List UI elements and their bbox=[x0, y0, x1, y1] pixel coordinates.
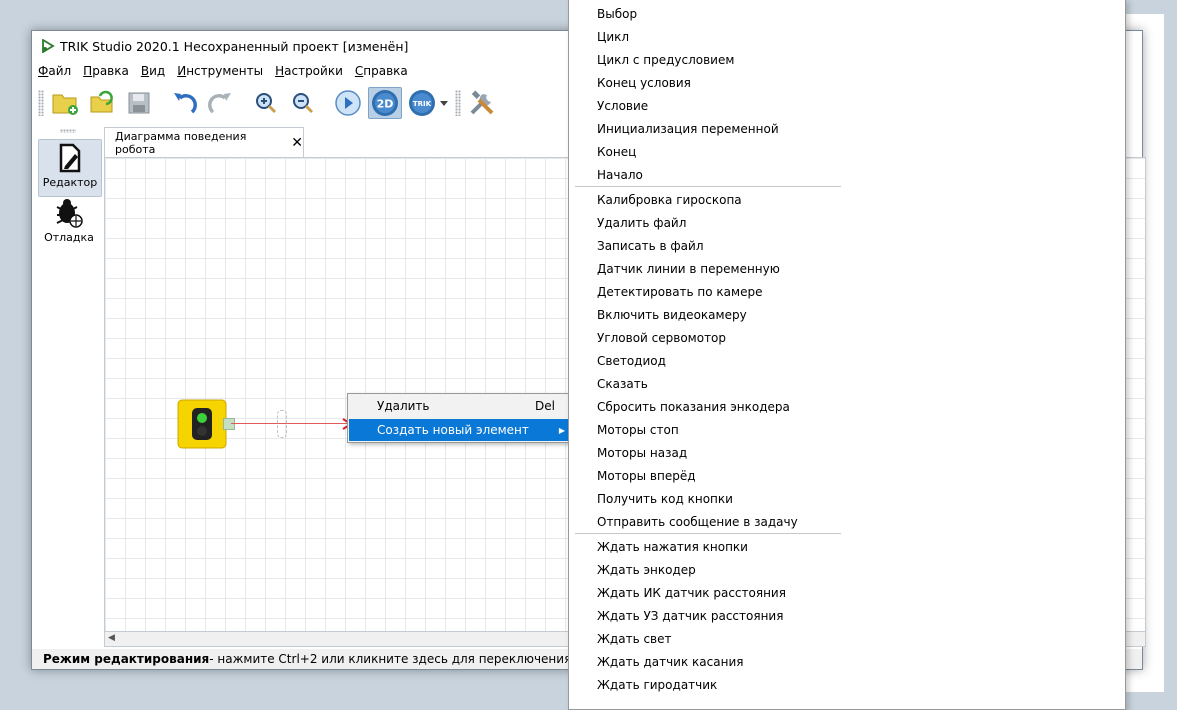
menu-edit[interactable]: Правка bbox=[77, 64, 135, 78]
submenu-item[interactable]: Моторы вперёд bbox=[569, 464, 843, 487]
zoom-out-icon bbox=[293, 93, 314, 114]
submenu-item[interactable]: Записать в файл bbox=[569, 234, 843, 257]
new-file-icon bbox=[52, 94, 78, 115]
trik-robot-icon: TRIK bbox=[409, 90, 435, 116]
zoom-in-icon bbox=[256, 93, 277, 114]
submenu-item[interactable]: Ждать нажатия кнопки bbox=[569, 535, 843, 558]
submenu-item[interactable]: Ждать датчик касания bbox=[569, 650, 843, 673]
tab-robot-diagram[interactable]: Диаграмма поведения робота ✕ bbox=[104, 127, 304, 158]
run-button[interactable] bbox=[331, 87, 365, 119]
menu-file[interactable]: Файл bbox=[32, 64, 77, 78]
svg-text:TRIK: TRIK bbox=[413, 100, 432, 108]
submenu-item[interactable]: Инициализация переменной bbox=[569, 117, 843, 140]
submenu-item[interactable]: Датчик линии в переменную bbox=[569, 257, 843, 280]
submenu-item[interactable]: Ждать энкодер bbox=[569, 558, 843, 581]
scroll-left-icon[interactable]: ◀ bbox=[108, 633, 115, 643]
submenu-item[interactable]: Светодиод bbox=[569, 349, 843, 372]
submenu-item[interactable]: Начало bbox=[569, 163, 843, 186]
submenu-item[interactable]: Ждать гиродатчик bbox=[569, 673, 843, 696]
submenu-item[interactable]: Моторы стоп bbox=[569, 418, 843, 441]
submenu-separator bbox=[575, 533, 841, 534]
toolbar-grip-2[interactable] bbox=[455, 90, 461, 116]
undo-button[interactable] bbox=[167, 87, 201, 119]
submenu-item[interactable]: Детектировать по камере bbox=[569, 280, 843, 303]
editor-pen-icon bbox=[59, 143, 81, 173]
submenu-item[interactable]: Цикл с предусловием bbox=[569, 48, 843, 71]
chevron-right-icon: ▶ bbox=[558, 425, 565, 435]
window-title: TRIK Studio 2020.1 Несохраненный проект … bbox=[60, 38, 409, 54]
submenu-item[interactable]: Условие bbox=[569, 94, 843, 117]
undo-icon bbox=[174, 93, 197, 114]
2d-model-button[interactable]: 2D bbox=[368, 87, 402, 119]
trik-robot-button[interactable]: TRIK bbox=[405, 87, 439, 119]
editor-mode-button[interactable]: Редактор bbox=[38, 139, 102, 197]
submenu-item[interactable]: Сказать bbox=[569, 372, 843, 395]
flow-link[interactable] bbox=[231, 423, 349, 424]
submenu-item[interactable]: Ждать ИК датчик расстояния bbox=[569, 581, 843, 604]
create-element-submenu: Выбор Цикл Цикл с предусловием Конец усл… bbox=[568, 0, 1126, 710]
toolbar-grip[interactable] bbox=[38, 90, 44, 116]
status-mode: Режим редактирования bbox=[43, 652, 210, 666]
submenu-item[interactable]: Ждать свет bbox=[569, 627, 843, 650]
robot-dropdown-arrow[interactable] bbox=[439, 100, 449, 106]
settings-tools-icon bbox=[470, 90, 494, 115]
menu-tools[interactable]: Инструменты bbox=[171, 64, 269, 78]
settings-tools-button[interactable] bbox=[465, 87, 499, 119]
debug-mode-button[interactable]: Отладка bbox=[38, 197, 100, 253]
open-folder-icon bbox=[90, 90, 113, 113]
submenu-item[interactable]: Угловой сервомотор bbox=[569, 326, 843, 349]
submenu-item[interactable]: Получить код кнопки bbox=[569, 487, 843, 510]
redo-button[interactable] bbox=[204, 87, 238, 119]
submenu-item[interactable]: Калибровка гироскопа bbox=[569, 188, 843, 211]
submenu-item[interactable]: Цикл bbox=[569, 25, 843, 48]
svg-text:2D: 2D bbox=[377, 98, 394, 111]
create-element-menu-item[interactable]: Создать новый элемент ▶ bbox=[349, 419, 571, 441]
submenu-item[interactable]: Конец условия bbox=[569, 71, 843, 94]
submenu-item[interactable]: Ждать УЗ датчик расстояния bbox=[569, 604, 843, 627]
zoom-out-button[interactable] bbox=[286, 87, 320, 119]
output-port[interactable] bbox=[223, 418, 235, 430]
close-icon[interactable]: ✕ bbox=[291, 135, 303, 151]
run-icon bbox=[335, 90, 361, 116]
2d-model-icon: 2D bbox=[372, 90, 398, 116]
initial-node-block[interactable] bbox=[177, 399, 227, 449]
chevron-down-icon bbox=[440, 100, 448, 106]
panel-grip[interactable] bbox=[60, 129, 76, 133]
menu-help[interactable]: Справка bbox=[349, 64, 414, 78]
submenu-item[interactable]: Включить видеокамеру bbox=[569, 303, 843, 326]
save-icon bbox=[128, 92, 150, 114]
link-handle[interactable] bbox=[277, 410, 287, 438]
save-button[interactable] bbox=[122, 87, 156, 119]
menu-view[interactable]: Вид bbox=[135, 64, 171, 78]
submenu-item[interactable]: Сбросить показания энкодера bbox=[569, 395, 843, 418]
mode-panel: Редактор Отладка bbox=[36, 127, 102, 647]
traffic-light-icon bbox=[177, 399, 227, 449]
submenu-separator bbox=[575, 186, 841, 187]
submenu-item[interactable]: Моторы назад bbox=[569, 441, 843, 464]
redo-icon bbox=[208, 93, 231, 114]
submenu-item[interactable]: Конец bbox=[569, 140, 843, 163]
zoom-in-button[interactable] bbox=[249, 87, 283, 119]
context-menu: Удалить Del Создать новый элемент ▶ bbox=[347, 393, 573, 443]
new-file-button[interactable] bbox=[48, 87, 82, 119]
submenu-item[interactable]: Выбор bbox=[569, 2, 843, 25]
menu-settings[interactable]: Настройки bbox=[269, 64, 349, 78]
delete-menu-item[interactable]: Удалить Del bbox=[349, 395, 571, 417]
open-folder-button[interactable] bbox=[85, 87, 119, 119]
submenu-item[interactable]: Отправить сообщение в задачу bbox=[569, 510, 843, 533]
trik-app-icon bbox=[40, 38, 56, 54]
submenu-item[interactable]: Удалить файл bbox=[569, 211, 843, 234]
bug-icon bbox=[56, 199, 83, 228]
